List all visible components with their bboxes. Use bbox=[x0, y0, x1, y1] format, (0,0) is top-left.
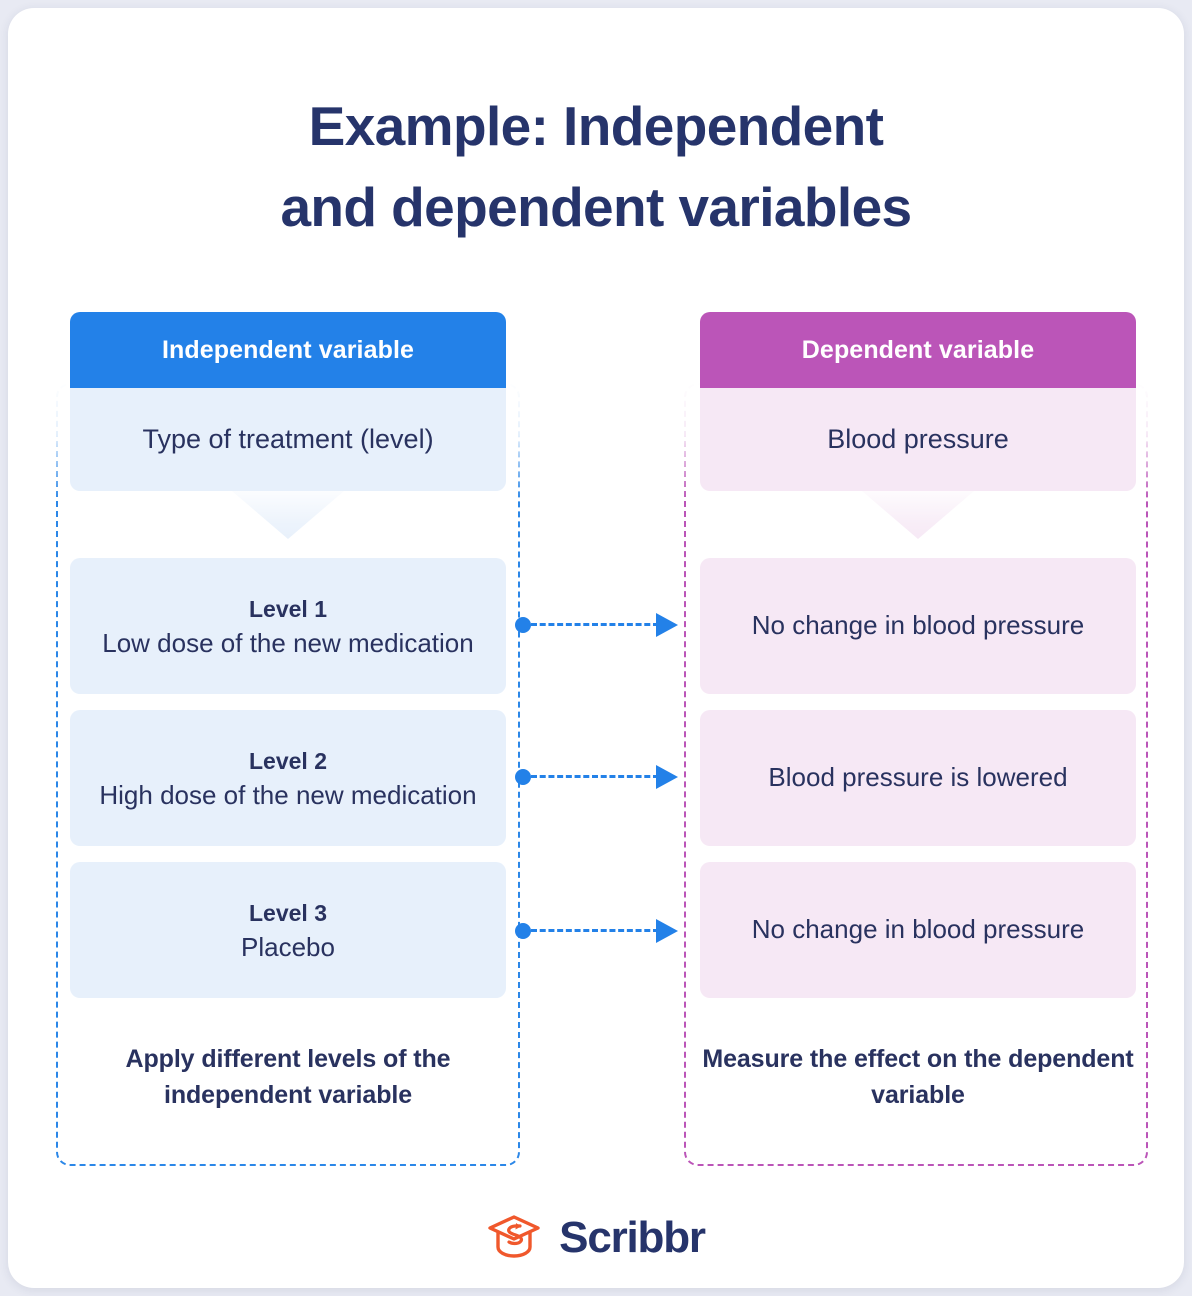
level-box-2-text: High dose of the new medication bbox=[99, 780, 477, 811]
level-box-3-title: Level 3 bbox=[249, 899, 327, 926]
page-title-line-2: and dependent variables bbox=[280, 176, 912, 239]
connector-arrow-2 bbox=[515, 765, 685, 789]
arrow-right-icon bbox=[656, 919, 678, 943]
page-title: Example: Independent and dependent varia… bbox=[8, 86, 1184, 249]
level-box-2: Level 2 High dose of the new medication bbox=[70, 710, 506, 846]
graduation-cap-icon bbox=[488, 1215, 540, 1258]
connector-dot-icon bbox=[515, 769, 531, 785]
dependent-variable-column: Dependent variable Blood pressure No cha… bbox=[700, 312, 1136, 1113]
connector-dashed-line bbox=[531, 929, 659, 932]
arrow-right-icon bbox=[656, 765, 678, 789]
outcome-box-1-text: No change in blood pressure bbox=[751, 610, 1085, 641]
connector-dashed-line bbox=[531, 775, 659, 778]
level-box-3-text: Placebo bbox=[241, 932, 335, 963]
connector-dot-icon bbox=[515, 617, 531, 633]
level-box-1-title: Level 1 bbox=[249, 595, 327, 622]
level-box-3: Level 3 Placebo bbox=[70, 862, 506, 998]
connector-dashed-line bbox=[531, 623, 659, 626]
scribbr-logo: Scribbr bbox=[8, 1213, 1184, 1263]
dependent-variable-footer: Measure the effect on the dependent vari… bbox=[702, 1045, 1134, 1109]
chevron-down-icon bbox=[232, 491, 344, 539]
outcome-box-1: No change in blood pressure bbox=[700, 558, 1136, 694]
independent-variable-header: Independent variable bbox=[70, 312, 506, 388]
independent-variable-column: Independent variable Type of treatment (… bbox=[70, 312, 506, 1113]
outcome-box-3: No change in blood pressure bbox=[700, 862, 1136, 998]
outcome-box-2: Blood pressure is lowered bbox=[700, 710, 1136, 846]
connector-dot-icon bbox=[515, 923, 531, 939]
independent-variable-footer: Apply different levels of the independen… bbox=[125, 1045, 451, 1109]
level-box-1-text: Low dose of the new medication bbox=[102, 628, 474, 659]
level-box-2-title: Level 2 bbox=[249, 747, 327, 774]
outcome-box-3-text: No change in blood pressure bbox=[751, 914, 1085, 945]
page-title-line-1: Example: Independent bbox=[308, 95, 884, 157]
diagram-card: Example: Independent and dependent varia… bbox=[8, 8, 1184, 1288]
scribbr-wordmark: Scribbr bbox=[559, 1213, 706, 1262]
level-box-1: Level 1 Low dose of the new medication bbox=[70, 558, 506, 694]
arrow-right-icon bbox=[656, 613, 678, 637]
chevron-down-icon bbox=[862, 491, 974, 539]
dependent-variable-header: Dependent variable bbox=[700, 312, 1136, 388]
independent-connector-triangle-wrap bbox=[70, 491, 506, 558]
outcome-box-2-text: Blood pressure is lowered bbox=[768, 762, 1068, 793]
dependent-connector-triangle-wrap bbox=[700, 491, 1136, 558]
connector-arrow-3 bbox=[515, 919, 685, 943]
dependent-variable-subject: Blood pressure bbox=[700, 388, 1136, 491]
connector-arrow-1 bbox=[515, 613, 685, 637]
independent-variable-subject: Type of treatment (level) bbox=[70, 388, 506, 491]
